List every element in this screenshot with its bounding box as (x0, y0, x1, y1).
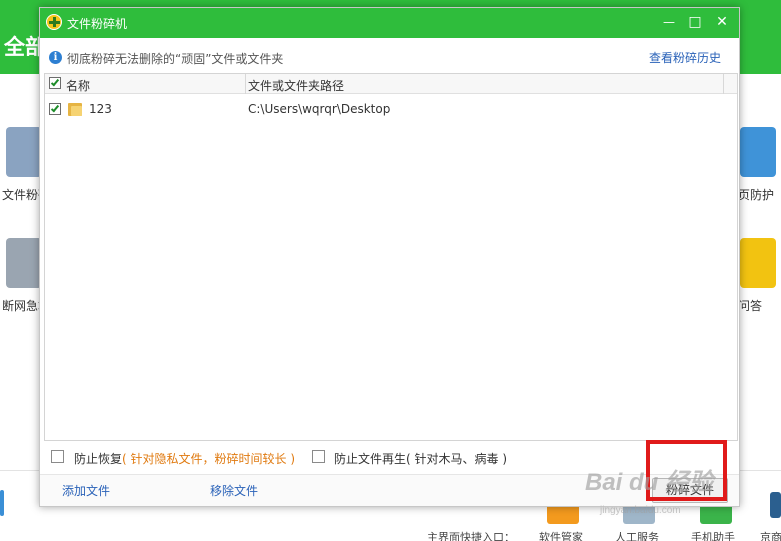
prevent-regen-label[interactable]: 防止文件再生( 针对木马、病毒 ) (334, 450, 507, 467)
table-header: 名称 文件或文件夹路径 (45, 74, 737, 94)
network-firstaid-tool-icon[interactable] (6, 238, 42, 288)
phone-assistant-label: 手机助手 (691, 531, 735, 541)
row-file-path: C:\Users\wqrqr\Desktop (248, 102, 391, 116)
file-shredder-tool-icon[interactable] (6, 127, 42, 177)
maximize-button[interactable]: □ (685, 12, 705, 32)
prevent-regen-checkbox[interactable] (312, 450, 325, 463)
jd-shop-label: 京商 (760, 531, 781, 541)
prevent-recovery-checkbox[interactable] (51, 450, 64, 463)
software-manager-label: 软件管家 (539, 531, 583, 541)
column-divider[interactable] (723, 74, 724, 94)
column-header-name[interactable]: 名称 (66, 77, 90, 94)
app-logo-icon (46, 14, 62, 30)
file-shredder-dialog: 文件粉碎机 — □ ✕ i 彻底粉碎无法删除的“顽固”文件或文件夹 查看粉碎历史… (39, 7, 740, 507)
prevent-recovery-label[interactable]: 防止恢复( 针对隐私文件，粉碎时间较长 ) (74, 450, 295, 467)
baidu-watermark: Bai du 经验 (585, 469, 714, 496)
folder-icon (68, 103, 82, 116)
remove-file-button[interactable]: 移除文件 (210, 482, 258, 499)
web-protection-tool-icon[interactable] (740, 127, 776, 177)
row-file-name: 123 (89, 102, 112, 116)
jd-shop-icon[interactable] (770, 492, 781, 518)
dialog-titlebar[interactable]: 文件粉碎机 — □ ✕ (40, 8, 739, 38)
qa-tool-icon[interactable] (740, 238, 776, 288)
manual-service-label: 人工服务 (615, 531, 659, 541)
info-text: 彻底粉碎无法删除的“顽固”文件或文件夹 (67, 52, 284, 66)
row-checkbox[interactable] (49, 103, 61, 115)
view-shred-history-link[interactable]: 查看粉碎历史 (649, 49, 721, 66)
select-all-checkbox[interactable] (49, 77, 61, 89)
check-icon (50, 103, 60, 113)
info-bar: i 彻底粉碎无法删除的“顽固”文件或文件夹 查看粉碎历史 (40, 38, 739, 74)
check-icon (50, 77, 60, 87)
prevent-regen-hint: ( 针对木马、病毒 ) (406, 452, 508, 466)
table-row[interactable]: 123 C:\Users\wqrqr\Desktop (45, 100, 737, 120)
file-list-table: 名称 文件或文件夹路径 123 C:\Users\wqrqr\Desktop (44, 73, 738, 441)
prevent-recovery-hint: ( 针对隐私文件，粉碎时间较长 ) (122, 452, 296, 466)
info-icon: i (49, 51, 62, 64)
minimize-button[interactable]: — (659, 12, 679, 32)
tool-label-web-protection: 页防护 (738, 188, 775, 202)
column-divider[interactable] (245, 74, 246, 94)
close-button[interactable]: ✕ (712, 12, 732, 32)
left-shortcut-icon[interactable] (0, 490, 4, 516)
shortcut-entry-label: 主界面快捷入口： (427, 531, 515, 541)
column-header-path[interactable]: 文件或文件夹路径 (248, 77, 344, 94)
dialog-title: 文件粉碎机 (67, 17, 128, 31)
baidu-watermark-url: jingyan.baidu.com (600, 505, 681, 516)
prevent-recovery-text: 防止恢复 (74, 452, 123, 466)
prevent-regen-text: 防止文件再生 (334, 452, 407, 466)
add-file-button[interactable]: 添加文件 (62, 482, 110, 499)
tool-label-qa: 问答 (738, 299, 763, 313)
